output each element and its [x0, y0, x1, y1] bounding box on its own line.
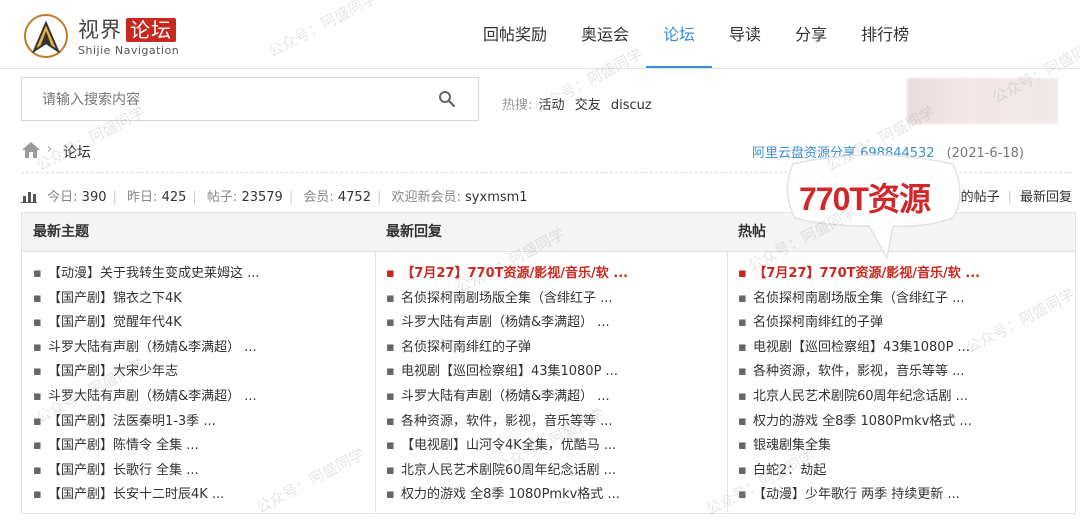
- hot-search-link[interactable]: discuz: [611, 98, 652, 113]
- thread-link[interactable]: ▪ 【国产剧】大宋少年志: [22, 360, 375, 385]
- quick-links: 我的帖子 | 最新回复: [947, 190, 1072, 205]
- thread-link[interactable]: ▪ 名侦探柯南绯红的子弹: [727, 311, 1075, 336]
- home-icon[interactable]: [21, 141, 41, 163]
- bar-chart-icon: [21, 189, 37, 207]
- thread-link[interactable]: ▪ 斗罗大陆有声剧（杨婧&李满超） ...: [22, 385, 375, 410]
- stat-label: 今日:: [47, 190, 78, 205]
- stat-label: 昨日:: [127, 190, 158, 205]
- thread-link[interactable]: ▪ 各种资源，软件，影视，音乐等等 ...: [375, 410, 727, 435]
- nav-item-forum[interactable]: 论坛: [646, 0, 713, 68]
- search-input[interactable]: [40, 88, 424, 112]
- thread-link[interactable]: ▪ 【电视剧】山河令4K全集，优酷马 ...: [375, 434, 727, 459]
- forum-stats: 今日: 390 | 昨日: 425 | 帖子: 23579 | 会员: 4752 | 欢…: [21, 186, 528, 207]
- nav-item-rewards[interactable]: 回帖奖励: [466, 0, 564, 66]
- stat-label: 帖子:: [206, 190, 238, 205]
- thread-link[interactable]: ▪ 白蛇2：劫起: [727, 459, 1075, 484]
- thread-link[interactable]: ▪ 北京人民艺术剧院60周年纪念话剧 ...: [375, 459, 727, 484]
- main-nav: 回帖奖励 奥运会 论坛 导读 分享 排行榜: [466, 0, 926, 68]
- thread-link[interactable]: ▪ 【7月27】770T资源/影视/音乐/软 ...: [375, 262, 727, 287]
- thread-link[interactable]: ▪ 名侦探柯南绯红的子弹: [375, 336, 727, 361]
- thread-link[interactable]: ▪ 各种资源，软件，影视，音乐等等 ...: [727, 360, 1075, 385]
- thread-link[interactable]: ▪ 银魂剧集全集: [727, 434, 1075, 459]
- site-header: 视界 论坛 Shijie Navigation 回帖奖励 奥运会 论坛 导读 分享…: [0, 0, 1080, 69]
- thread-list: ▪ 【7月27】770T资源/影视/音乐/软 ... ▪ 名侦探柯南剧场版全集（…: [727, 252, 1075, 508]
- thread-link[interactable]: ▪ 【国产剧】长歌行 全集 ...: [22, 459, 375, 484]
- thread-link[interactable]: ▪ 电视剧【巡回检察组】43集1080P ...: [727, 336, 1075, 361]
- nav-item-guide[interactable]: 导读: [712, 0, 778, 66]
- hot-search-link[interactable]: 活动: [539, 98, 565, 113]
- nav-item-olympics[interactable]: 奥运会: [564, 0, 646, 66]
- hot-searches-label: 热搜:: [502, 98, 533, 113]
- stat-yesterday: 425: [161, 190, 187, 205]
- column-title: 最新回复: [375, 213, 727, 252]
- hot-search-link[interactable]: 交友: [575, 98, 601, 113]
- brand-tag: 论坛: [126, 18, 176, 42]
- stat-label: 会员:: [303, 190, 334, 205]
- callout-text: 770T资源: [799, 181, 931, 217]
- blurred-user-panel[interactable]: [907, 78, 1058, 124]
- stat-members: 4752: [337, 190, 371, 205]
- thread-link[interactable]: ▪ 电视剧【巡回检察组】43集1080P ...: [375, 360, 727, 385]
- thread-link[interactable]: ▪ 权力的游戏 全8季 1080Pmkv格式 ...: [375, 483, 727, 508]
- latest-replies-link[interactable]: 最新回复: [1020, 190, 1072, 205]
- nav-item-share[interactable]: 分享: [778, 0, 844, 66]
- thread-link[interactable]: ▪ 斗罗大陆有声剧（杨婧&李满超） ...: [375, 385, 727, 410]
- site-logo[interactable]: 视界 论坛 Shijie Navigation: [24, 12, 194, 60]
- stat-today: 390: [81, 190, 107, 205]
- thread-link[interactable]: ▪ 【7月27】770T资源/影视/音乐/软 ...: [727, 262, 1075, 287]
- stat-label: 欢迎新会员:: [391, 190, 461, 205]
- brand-subtitle: Shijie Navigation: [78, 44, 180, 57]
- thread-link[interactable]: ▪ 【国产剧】法医秦明1-3季 ...: [22, 410, 375, 435]
- thread-link[interactable]: ▪ 【国产剧】陈情令 全集 ...: [22, 434, 375, 459]
- compass-logo-icon: [24, 14, 68, 58]
- thread-link[interactable]: ▪ 北京人民艺术剧院60周年纪念话剧 ...: [727, 385, 1075, 410]
- latest-topics-column: 最新主题 ▪ 【动漫】关于我转生变成史莱姆这 ... ▪ 【国产剧】锦衣之下4K…: [22, 213, 376, 513]
- thread-link[interactable]: ▪ 名侦探柯南剧场版全集（含绯红子 ...: [375, 287, 727, 312]
- thread-list: ▪ 【动漫】关于我转生变成史莱姆这 ... ▪ 【国产剧】锦衣之下4K ▪ 【国…: [22, 252, 375, 508]
- brand-title: 视界 论坛: [78, 14, 176, 44]
- brand-name: 视界: [78, 18, 122, 42]
- thread-link[interactable]: ▪ 斗罗大陆有声剧（杨婧&李满超） ...: [375, 311, 727, 336]
- search-box: [21, 77, 479, 121]
- search-icon[interactable]: [438, 90, 456, 108]
- newest-member-link[interactable]: syxmsm1: [465, 190, 528, 205]
- thread-link[interactable]: ▪ 【动漫】关于我转生变成史莱姆这 ...: [22, 262, 375, 287]
- breadcrumb-separator: ›: [47, 142, 53, 157]
- thread-link[interactable]: ▪ 【动漫】少年歌行 两季 持续更新 ...: [727, 483, 1075, 508]
- nav-item-ranking[interactable]: 排行榜: [844, 0, 926, 66]
- stat-posts: 23579: [241, 190, 283, 205]
- thread-link[interactable]: ▪ 斗罗大陆有声剧（杨婧&李满超） ...: [22, 336, 375, 361]
- thread-list: ▪ 【7月27】770T资源/影视/音乐/软 ... ▪ 名侦探柯南剧场版全集（…: [375, 252, 727, 508]
- thread-link[interactable]: ▪ 【国产剧】长安十二时辰4K ...: [22, 483, 375, 508]
- thread-link[interactable]: ▪ 【国产剧】觉醒年代4K: [22, 311, 375, 336]
- latest-replies-column: 最新回复 ▪ 【7月27】770T资源/影视/音乐/软 ... ▪ 名侦探柯南剧…: [375, 213, 728, 513]
- thread-link[interactable]: ▪ 权力的游戏 全8季 1080Pmkv格式 ...: [727, 410, 1075, 435]
- column-title: 最新主题: [22, 213, 375, 252]
- breadcrumb-current[interactable]: 论坛: [63, 142, 91, 162]
- hot-searches: 热搜: 活动 交友 discuz: [502, 94, 658, 113]
- thread-link[interactable]: ▪ 名侦探柯南剧场版全集（含绯红子 ...: [727, 287, 1075, 312]
- thread-link[interactable]: ▪ 【国产剧】锦衣之下4K: [22, 287, 375, 312]
